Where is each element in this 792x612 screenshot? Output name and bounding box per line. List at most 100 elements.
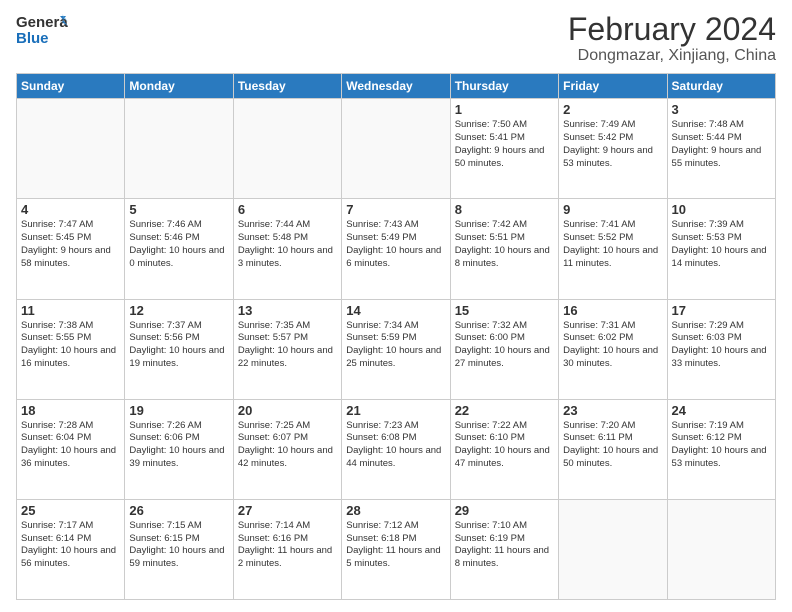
day-number: 1 [455, 102, 554, 117]
calendar-cell: 26 Sunrise: 7:15 AM Sunset: 6:15 PM Dayli… [125, 499, 233, 599]
calendar-cell: 23Sunrise: 7:20 AM Sunset: 6:11 PM Dayli… [559, 399, 667, 499]
day-number: 14 [346, 303, 445, 318]
day-number: 27 [238, 503, 337, 518]
header-day-thursday: Thursday [450, 74, 558, 99]
calendar-cell: 24 Sunrise: 7:19 AM Sunset: 6:12 PM Dayli… [667, 399, 775, 499]
logo-svg: GeneralBlue [16, 12, 68, 48]
day-number: 2 [563, 102, 662, 117]
calendar-cell [233, 99, 341, 199]
day-number: 18 [21, 403, 120, 418]
calendar-cell: 1 Sunrise: 7:50 AM Sunset: 5:41 PM Daylig… [450, 99, 558, 199]
day-number: 12 [129, 303, 228, 318]
day-info: Sunrise: 7:22 AM Sunset: 6:10 PM Dayligh… [455, 420, 554, 471]
calendar-cell [125, 99, 233, 199]
day-info: Sunrise: 7:37 AM Sunset: 5:56 PM Dayligh… [129, 320, 228, 371]
title-block: February 2024 Dongmazar, Xinjiang, China [568, 12, 776, 65]
day-info: Sunrise: 7:38 AM Sunset: 5:55 PM Dayligh… [21, 320, 120, 371]
calendar-cell: 15 Sunrise: 7:32 AM Sunset: 6:00 PM Dayli… [450, 299, 558, 399]
day-info: Sunrise: 7:42 AM Sunset: 5:51 PM Dayligh… [455, 219, 554, 270]
calendar-cell: 19 Sunrise: 7:26 AM Sunset: 6:06 PM Dayli… [125, 399, 233, 499]
week-row-0: 1 Sunrise: 7:50 AM Sunset: 5:41 PM Daylig… [17, 99, 776, 199]
day-number: 6 [238, 202, 337, 217]
day-info: Sunrise: 7:12 AM Sunset: 6:18 PM Dayligh… [346, 520, 445, 571]
day-info: Sunrise: 7:41 AM Sunset: 5:52 PM Dayligh… [563, 219, 662, 270]
day-info: Sunrise: 7:48 AM Sunset: 5:44 PM Dayligh… [672, 119, 771, 170]
day-info: Sunrise: 7:26 AM Sunset: 6:06 PM Dayligh… [129, 420, 228, 471]
header-day-monday: Monday [125, 74, 233, 99]
svg-text:General: General [16, 14, 68, 31]
day-number: 9 [563, 202, 662, 217]
day-number: 8 [455, 202, 554, 217]
calendar-cell: 13 Sunrise: 7:35 AM Sunset: 5:57 PM Dayli… [233, 299, 341, 399]
day-info: Sunrise: 7:50 AM Sunset: 5:41 PM Dayligh… [455, 119, 554, 170]
calendar-cell: 10Sunrise: 7:39 AM Sunset: 5:53 PM Dayli… [667, 199, 775, 299]
calendar-cell: 2 Sunrise: 7:49 AM Sunset: 5:42 PM Daylig… [559, 99, 667, 199]
day-number: 15 [455, 303, 554, 318]
day-info: Sunrise: 7:14 AM Sunset: 6:16 PM Dayligh… [238, 520, 337, 571]
day-info: Sunrise: 7:34 AM Sunset: 5:59 PM Dayligh… [346, 320, 445, 371]
header-day-saturday: Saturday [667, 74, 775, 99]
day-info: Sunrise: 7:49 AM Sunset: 5:42 PM Dayligh… [563, 119, 662, 170]
day-info: Sunrise: 7:19 AM Sunset: 6:12 PM Dayligh… [672, 420, 771, 471]
day-number: 11 [21, 303, 120, 318]
day-number: 4 [21, 202, 120, 217]
day-number: 19 [129, 403, 228, 418]
day-number: 17 [672, 303, 771, 318]
calendar-cell: 21 Sunrise: 7:23 AM Sunset: 6:08 PM Dayli… [342, 399, 450, 499]
day-number: 3 [672, 102, 771, 117]
day-info: Sunrise: 7:35 AM Sunset: 5:57 PM Dayligh… [238, 320, 337, 371]
week-row-1: 4Sunrise: 7:47 AM Sunset: 5:45 PM Daylig… [17, 199, 776, 299]
calendar-cell [342, 99, 450, 199]
day-number: 7 [346, 202, 445, 217]
logo: GeneralBlue [16, 12, 68, 48]
page: GeneralBlue February 2024 Dongmazar, Xin… [0, 0, 792, 612]
day-number: 24 [672, 403, 771, 418]
day-info: Sunrise: 7:10 AM Sunset: 6:19 PM Dayligh… [455, 520, 554, 571]
day-info: Sunrise: 7:29 AM Sunset: 6:03 PM Dayligh… [672, 320, 771, 371]
calendar-cell: 7 Sunrise: 7:43 AM Sunset: 5:49 PM Daylig… [342, 199, 450, 299]
calendar-cell: 14 Sunrise: 7:34 AM Sunset: 5:59 PM Dayli… [342, 299, 450, 399]
calendar-cell: 4Sunrise: 7:47 AM Sunset: 5:45 PM Daylig… [17, 199, 125, 299]
day-info: Sunrise: 7:43 AM Sunset: 5:49 PM Dayligh… [346, 219, 445, 270]
calendar-cell: 28 Sunrise: 7:12 AM Sunset: 6:18 PM Dayli… [342, 499, 450, 599]
day-number: 26 [129, 503, 228, 518]
day-info: Sunrise: 7:15 AM Sunset: 6:15 PM Dayligh… [129, 520, 228, 571]
calendar-cell [667, 499, 775, 599]
day-number: 21 [346, 403, 445, 418]
calendar-cell: 20Sunrise: 7:25 AM Sunset: 6:07 PM Dayli… [233, 399, 341, 499]
day-number: 22 [455, 403, 554, 418]
day-number: 29 [455, 503, 554, 518]
day-number: 5 [129, 202, 228, 217]
day-info: Sunrise: 7:32 AM Sunset: 6:00 PM Dayligh… [455, 320, 554, 371]
calendar-cell: 17 Sunrise: 7:29 AM Sunset: 6:03 PM Dayli… [667, 299, 775, 399]
calendar-cell [17, 99, 125, 199]
calendar-cell: 8 Sunrise: 7:42 AM Sunset: 5:51 PM Daylig… [450, 199, 558, 299]
day-info: Sunrise: 7:46 AM Sunset: 5:46 PM Dayligh… [129, 219, 228, 270]
day-number: 13 [238, 303, 337, 318]
header-day-tuesday: Tuesday [233, 74, 341, 99]
day-number: 10 [672, 202, 771, 217]
day-number: 16 [563, 303, 662, 318]
calendar-cell: 16Sunrise: 7:31 AM Sunset: 6:02 PM Dayli… [559, 299, 667, 399]
calendar-cell: 12 Sunrise: 7:37 AM Sunset: 5:56 PM Dayli… [125, 299, 233, 399]
main-title: February 2024 [568, 12, 776, 47]
subtitle: Dongmazar, Xinjiang, China [568, 47, 776, 65]
calendar-cell [559, 499, 667, 599]
calendar-cell: 11 Sunrise: 7:38 AM Sunset: 5:55 PM Dayli… [17, 299, 125, 399]
week-row-2: 11 Sunrise: 7:38 AM Sunset: 5:55 PM Dayli… [17, 299, 776, 399]
svg-text:Blue: Blue [16, 30, 49, 47]
calendar-cell: 29 Sunrise: 7:10 AM Sunset: 6:19 PM Dayli… [450, 499, 558, 599]
calendar-cell: 5 Sunrise: 7:46 AM Sunset: 5:46 PM Daylig… [125, 199, 233, 299]
calendar-cell: 9 Sunrise: 7:41 AM Sunset: 5:52 PM Daylig… [559, 199, 667, 299]
day-info: Sunrise: 7:17 AM Sunset: 6:14 PM Dayligh… [21, 520, 120, 571]
header-day-wednesday: Wednesday [342, 74, 450, 99]
day-info: Sunrise: 7:23 AM Sunset: 6:08 PM Dayligh… [346, 420, 445, 471]
calendar-cell: 25Sunrise: 7:17 AM Sunset: 6:14 PM Dayli… [17, 499, 125, 599]
calendar-header-row: SundayMondayTuesdayWednesdayThursdayFrid… [17, 74, 776, 99]
day-info: Sunrise: 7:28 AM Sunset: 6:04 PM Dayligh… [21, 420, 120, 471]
day-number: 28 [346, 503, 445, 518]
day-number: 20 [238, 403, 337, 418]
header: GeneralBlue February 2024 Dongmazar, Xin… [16, 12, 776, 65]
week-row-4: 25Sunrise: 7:17 AM Sunset: 6:14 PM Dayli… [17, 499, 776, 599]
header-day-sunday: Sunday [17, 74, 125, 99]
